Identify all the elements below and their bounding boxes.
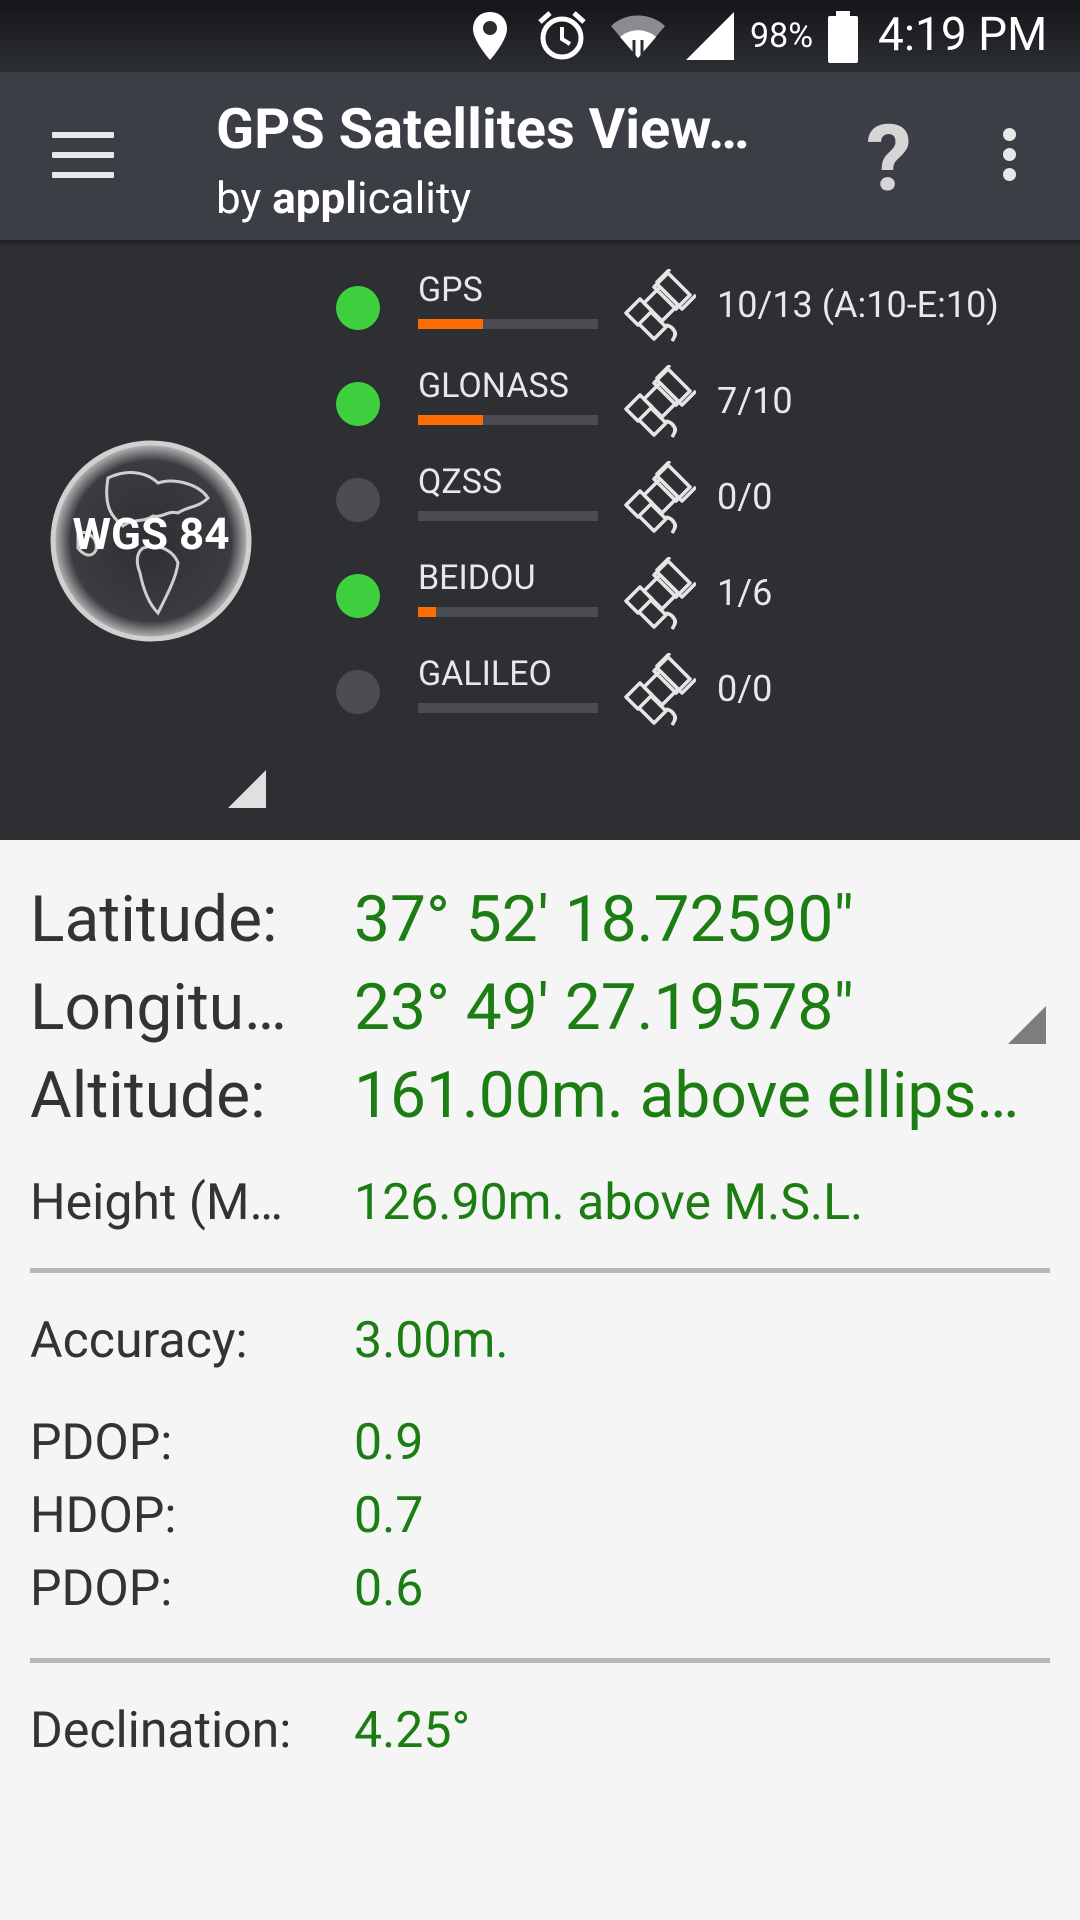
- satellite-system-row-beidou: BEIDOU 1/6: [0, 555, 1080, 648]
- satellite-count: 7/10: [717, 380, 793, 422]
- accuracy-value: 3.00m.: [354, 1312, 509, 1370]
- subtitle-prefix: by: [216, 172, 273, 224]
- app-bar: GPS Satellites View… by applicality ?: [0, 72, 1080, 240]
- vdop-value: 0.6: [354, 1560, 424, 1618]
- battery-icon: [828, 11, 858, 63]
- dropdown-corner-icon[interactable]: [228, 770, 266, 808]
- satellite-icon: [620, 651, 698, 729]
- satellite-count: 0/0: [717, 476, 773, 518]
- signal-bar: [418, 703, 598, 713]
- satellite-icon: [620, 459, 698, 537]
- signal-bar: [418, 511, 598, 521]
- satellite-count: 0/0: [717, 668, 773, 710]
- signal-bar-fill: [418, 319, 483, 329]
- satellite-count: 10/13 (A:10-E:10): [717, 284, 999, 326]
- status-dot: [336, 286, 380, 330]
- signal-icon: [686, 12, 734, 60]
- status-dot: [336, 574, 380, 618]
- format-dropdown-icon[interactable]: [1008, 1006, 1046, 1044]
- longitude-label: Longitu…: [30, 970, 287, 1045]
- wifi-icon: [611, 15, 665, 58]
- signal-bar-fill: [418, 607, 436, 617]
- satellite-panel: WGS 84 GPS 10/13 (A:10-E:10) GLONASS 7/10 QZ…: [0, 240, 1080, 840]
- altitude-value: 161.00m. above ellips…: [354, 1058, 1020, 1133]
- divider: [30, 1658, 1050, 1663]
- accuracy-label: Accuracy:: [30, 1312, 248, 1370]
- status-dot: [336, 382, 380, 426]
- declination-label: Declination:: [30, 1702, 292, 1760]
- signal-bar: [418, 319, 598, 329]
- system-name: GALILEO: [418, 654, 552, 694]
- satellite-system-row-glonass: GLONASS 7/10: [0, 363, 1080, 456]
- system-name: BEIDOU: [418, 558, 536, 598]
- signal-bar-fill: [418, 415, 483, 425]
- status-dot: [336, 670, 380, 714]
- altitude-label: Altitude:: [30, 1058, 266, 1133]
- help-icon[interactable]: ?: [866, 110, 912, 210]
- height-value: 126.90m. above M.S.L.: [354, 1174, 864, 1232]
- subtitle-brand-rest: icality: [356, 172, 472, 224]
- app-title: GPS Satellites View…: [216, 96, 750, 162]
- signal-bar: [418, 607, 598, 617]
- hdop-value: 0.7: [354, 1487, 424, 1545]
- vdop-label: PDOP:: [30, 1560, 173, 1618]
- status-dot: [336, 478, 380, 522]
- pdop-label: PDOP:: [30, 1414, 173, 1472]
- system-name: QZSS: [418, 462, 503, 502]
- latitude-value: 37° 52' 18.72590": [354, 882, 854, 957]
- divider: [30, 1268, 1050, 1273]
- satellite-system-row-qzss: QZSS 0/0: [0, 459, 1080, 552]
- satellite-icon: [620, 363, 698, 441]
- signal-bar: [418, 415, 598, 425]
- status-bar: 98% 4:19 PM: [0, 0, 1080, 72]
- clock: 4:19 PM: [878, 8, 1048, 62]
- system-name: GPS: [418, 270, 483, 310]
- satellite-system-row-gps: GPS 10/13 (A:10-E:10): [0, 267, 1080, 360]
- app-subtitle: by applicality: [216, 172, 471, 224]
- location-icon: [473, 12, 507, 60]
- pdop-value: 0.9: [354, 1414, 424, 1472]
- hdop-label: HDOP:: [30, 1487, 177, 1545]
- satellite-system-row-galileo: GALILEO 0/0: [0, 651, 1080, 744]
- location-details: Latitude: 37° 52' 18.72590" Longitu… 23°…: [0, 840, 1080, 1920]
- latitude-label: Latitude:: [30, 882, 278, 957]
- menu-icon[interactable]: [52, 132, 114, 178]
- height-label: Height (M…: [30, 1174, 283, 1232]
- longitude-value: 23° 49' 27.19578": [354, 970, 854, 1045]
- satellite-icon: [620, 267, 698, 345]
- battery-percent: 98%: [750, 16, 814, 56]
- alarm-icon: [538, 11, 586, 60]
- satellite-icon: [620, 555, 698, 633]
- declination-value: 4.25°: [354, 1702, 471, 1760]
- satellite-count: 1/6: [717, 572, 773, 614]
- more-options-icon[interactable]: [1003, 128, 1021, 188]
- subtitle-brand-bold: appl: [272, 172, 357, 224]
- system-name: GLONASS: [418, 366, 569, 406]
